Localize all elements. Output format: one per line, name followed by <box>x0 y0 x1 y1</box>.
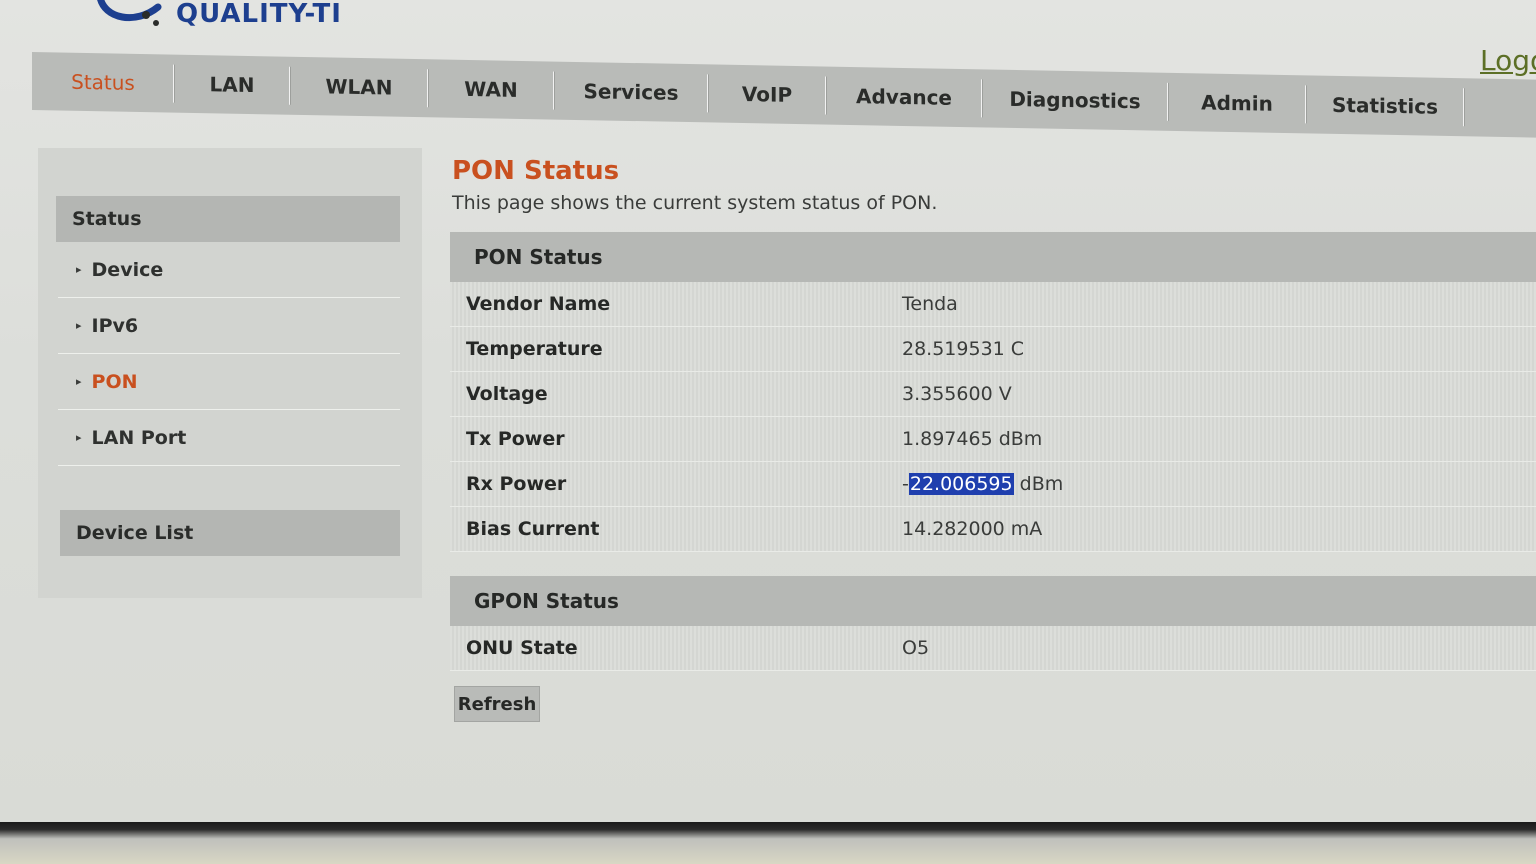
refresh-button[interactable]: Refresh <box>454 686 540 722</box>
nav-tab-wan[interactable]: WAN <box>428 59 554 119</box>
row-value: 14.282000 mA <box>902 518 1043 540</box>
sidebar: Status ▸ Device ▸ IPv6 ▸ PON ▸ LAN Port … <box>38 148 422 598</box>
table-row: Voltage 3.355600 V <box>450 372 1536 417</box>
sidebar-item-ipv6[interactable]: ▸ IPv6 <box>58 298 400 354</box>
row-label: Voltage <box>466 383 548 405</box>
sidebar-item-pon[interactable]: ▸ PON <box>58 354 400 410</box>
nav-tab-lan[interactable]: LAN <box>174 55 290 115</box>
row-label: Temperature <box>466 338 603 360</box>
sidebar-section-status[interactable]: Status <box>56 196 400 242</box>
brand-logo-text: QUALITY-TI <box>176 0 342 29</box>
row-value: 1.897465 dBm <box>902 428 1043 450</box>
row-label: Rx Power <box>466 473 567 495</box>
nav-tab-voip[interactable]: VoIP <box>708 64 826 124</box>
page-description: This page shows the current system statu… <box>452 192 938 214</box>
pon-status-table: PON Status Vendor Name Tenda Temperature… <box>450 232 1536 552</box>
logout-link[interactable]: Logout <box>1480 44 1536 77</box>
row-label: Tx Power <box>466 428 565 450</box>
row-value: Tenda <box>902 293 958 315</box>
table-row: Tx Power 1.897465 dBm <box>450 417 1536 462</box>
table-row: Temperature 28.519531 C <box>450 327 1536 372</box>
sidebar-item-device[interactable]: ▸ Device <box>58 242 400 298</box>
row-value: 3.355600 V <box>902 383 1012 405</box>
nav-tab-wlan[interactable]: WLAN <box>290 57 428 118</box>
main-content: PON Status This page shows the current s… <box>450 152 1536 742</box>
table-row: ONU State O5 <box>450 626 1536 671</box>
sidebar-item-label: LAN Port <box>91 426 187 449</box>
row-label: Bias Current <box>466 518 600 540</box>
gpon-status-table: GPON Status ONU State O5 <box>450 576 1536 671</box>
table-row: Bias Current 14.282000 mA <box>450 507 1536 552</box>
rx-power-value[interactable]: -22.006595 dBm <box>902 473 1063 495</box>
brand-logo: QUALITY-TI <box>96 0 342 32</box>
row-label: Vendor Name <box>466 293 611 315</box>
nav-tab-status[interactable]: Status <box>32 52 174 113</box>
chevron-right-icon: ▸ <box>76 263 82 276</box>
gpon-status-header: GPON Status <box>450 576 1536 626</box>
row-value: O5 <box>902 637 930 659</box>
sidebar-item-label: Device <box>91 258 164 281</box>
main-nav: Status LAN WLAN WAN Services VoIP Advanc… <box>32 52 1536 138</box>
sidebar-section-device-list[interactable]: Device List <box>60 510 400 556</box>
router-admin-page: QUALITY-TI Logout Status LAN WLAN WAN Se… <box>0 0 1536 828</box>
nav-tab-admin[interactable]: Admin <box>1168 73 1306 134</box>
table-row: Rx Power -22.006595 dBm <box>450 462 1536 507</box>
brand-logo-icon <box>97 0 162 26</box>
table-row: Vendor Name Tenda <box>450 282 1536 327</box>
row-value: 28.519531 C <box>902 338 1025 360</box>
page-title: PON Status <box>452 156 620 186</box>
nav-tab-advance[interactable]: Advance <box>826 67 982 128</box>
nav-tab-services[interactable]: Services <box>554 62 708 123</box>
chevron-right-icon: ▸ <box>76 319 82 332</box>
selected-text[interactable]: 22.006595 <box>908 473 1014 495</box>
nav-tab-diagnostics[interactable]: Diagnostics <box>982 69 1168 130</box>
monitor-bezel <box>0 822 1536 864</box>
rx-power-unit: dBm <box>1013 473 1064 495</box>
sidebar-item-label: IPv6 <box>91 314 139 337</box>
sidebar-item-lan-port[interactable]: ▸ LAN Port <box>58 410 400 466</box>
pon-status-header: PON Status <box>450 232 1536 282</box>
chevron-right-icon: ▸ <box>76 375 82 388</box>
row-label: ONU State <box>466 637 578 659</box>
nav-tab-statistics[interactable]: Statistics <box>1306 75 1464 136</box>
rx-power-sign: - <box>902 473 909 495</box>
chevron-right-icon: ▸ <box>76 431 82 444</box>
sidebar-item-label: PON <box>91 370 138 393</box>
